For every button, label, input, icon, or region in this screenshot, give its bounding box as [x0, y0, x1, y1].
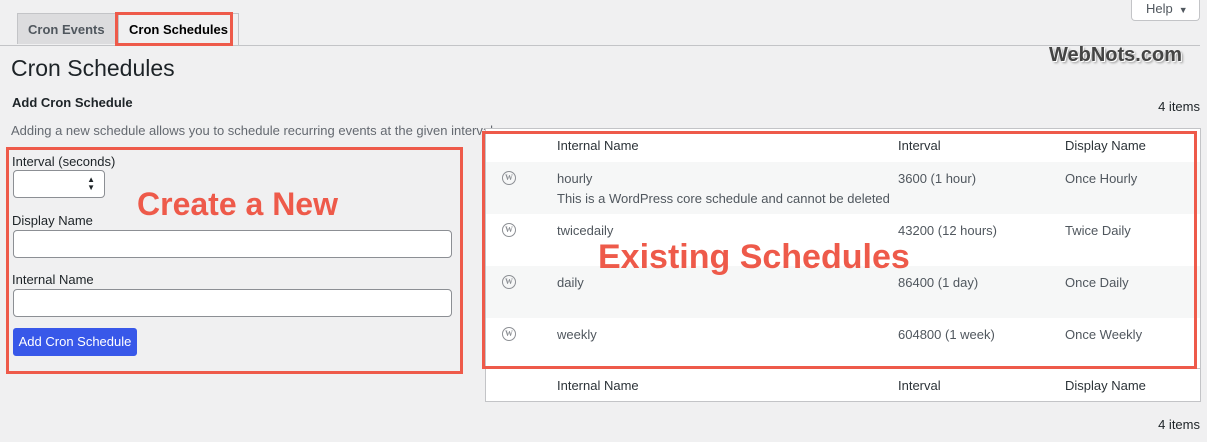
item-count-top: 4 items [1158, 99, 1200, 114]
row-display-name: Once Weekly [1065, 327, 1143, 342]
table-header: Internal Name Interval Display Name [486, 129, 1200, 163]
footer-internal-name[interactable]: Internal Name [557, 378, 639, 393]
internal-name-input[interactable] [13, 289, 452, 317]
interval-input[interactable]: ▲ ▼ [13, 170, 105, 198]
wordpress-icon: W [502, 223, 516, 237]
internal-name-label: Internal Name [12, 272, 94, 287]
row-internal-name: weekly [557, 327, 597, 342]
create-new-annotation: Create a New [137, 186, 338, 222]
display-name-label: Display Name [12, 213, 93, 228]
row-internal-name: twicedaily [557, 223, 614, 238]
row-display-name: Once Hourly [1065, 171, 1138, 186]
row-interval: 3600 (1 hour) [898, 171, 977, 186]
table-row: W weekly 604800 (1 week) Once Weekly [486, 318, 1200, 370]
row-interval: 86400 (1 day) [898, 275, 979, 290]
watermark-logo: WebNots.com [1049, 44, 1182, 66]
tab-cron-schedules[interactable]: Cron Schedules [118, 13, 239, 45]
page-title: Cron Schedules [11, 55, 175, 81]
header-internal-name[interactable]: Internal Name [557, 138, 639, 153]
interval-label: Interval (seconds) [12, 154, 116, 169]
add-cron-schedule-button[interactable]: Add Cron Schedule [13, 328, 137, 356]
existing-schedules-annotation: Existing Schedules [598, 238, 910, 276]
item-count-bottom: 4 items [1158, 417, 1200, 432]
wordpress-icon: W [502, 327, 516, 341]
footer-interval[interactable]: Interval [898, 378, 941, 393]
wordpress-icon: W [502, 171, 516, 185]
header-interval[interactable]: Interval [898, 138, 941, 153]
table-row: W hourly 3600 (1 hour) Once Hourly This … [486, 162, 1200, 214]
row-internal-name: daily [557, 275, 584, 290]
row-core-note: This is a WordPress core schedule and ca… [557, 191, 890, 206]
spinner-arrows-icon: ▲ ▼ [87, 175, 95, 192]
table-footer: Internal Name Interval Display Name [486, 368, 1200, 402]
footer-display-name[interactable]: Display Name [1065, 378, 1146, 393]
row-display-name: Twice Daily [1065, 223, 1131, 238]
form-description: Adding a new schedule allows you to sche… [11, 123, 497, 138]
header-display-name[interactable]: Display Name [1065, 138, 1146, 153]
help-label: Help [1146, 1, 1173, 16]
tab-cron-events[interactable]: Cron Events [17, 13, 116, 44]
row-interval: 43200 (12 hours) [898, 223, 998, 238]
triangle-down-icon: ▼ [1178, 5, 1188, 15]
row-interval: 604800 (1 week) [898, 327, 995, 342]
wordpress-icon: W [502, 275, 516, 289]
help-button[interactable]: Help ▼ [1131, 0, 1200, 21]
nav-tab-wrapper: Cron Events Cron Schedules [0, 0, 1200, 46]
add-schedule-heading: Add Cron Schedule [12, 95, 133, 110]
row-display-name: Once Daily [1065, 275, 1129, 290]
display-name-input[interactable] [13, 230, 452, 258]
row-internal-name: hourly [557, 171, 593, 186]
